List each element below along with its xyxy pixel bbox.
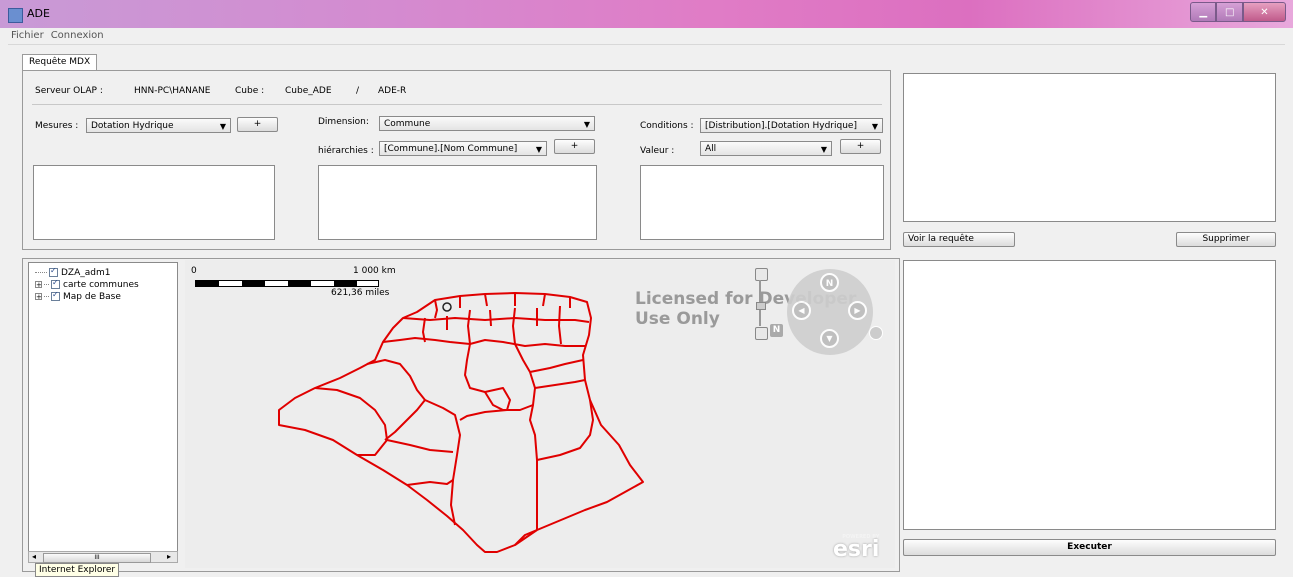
region-border [384,399,426,441]
view-query-button[interactable]: Voir la requête [903,232,1015,247]
taskbar-tooltip: Internet Explorer [35,563,120,577]
add-valeur-button[interactable]: + [840,139,881,154]
add-mesure-button[interactable]: + [237,117,278,132]
delete-button[interactable]: Supprimer [1176,232,1276,247]
tree-item-label: carte communes [63,279,139,290]
esri-logo-text: esri [833,537,880,562]
checkbox-checked-icon[interactable] [51,290,60,301]
olap-server-value: HNN-PC\HANANE [134,86,211,96]
region-boundaries-map [278,292,644,553]
separator-line [32,104,882,105]
cube-separator: / [356,86,360,96]
region-border [386,439,454,453]
valeur-label: Valeur : [640,146,675,156]
cube-value-secondary: ADE-R [378,86,407,96]
hierarchies-label: hiérarchies : [318,146,374,156]
dimension-label: Dimension: [318,117,369,127]
map-view[interactable]: 0 1 000 km 621,36 miles Licensed for Dev… [185,260,895,568]
olap-server-label: Serveur OLAP : [35,86,103,96]
scroll-left-icon[interactable]: ◂ [32,552,36,561]
tree-item-dza-adm1[interactable]: DZA_adm1 [35,266,111,278]
tree-connector [44,296,49,297]
dimension-selected: Commune [384,119,431,129]
region-border [406,479,454,486]
region-border [529,359,584,373]
chevron-down-icon: ▼ [535,145,542,154]
expand-icon[interactable]: + [35,293,42,301]
close-button[interactable]: ✕ [1242,2,1286,22]
minimize-button[interactable]: ▁ [1190,2,1217,22]
region-border [422,305,562,345]
chevron-down-icon: ▼ [583,120,590,129]
region-border [366,359,461,526]
cube-value: Cube_ADE [285,86,332,96]
window-controls: ▁ □ ✕ [1190,2,1286,22]
query-text-area[interactable] [903,73,1276,222]
tree-item-label: Map de Base [63,291,121,302]
region-border [314,387,388,456]
region-border [534,379,586,389]
country-outline [278,292,644,553]
dimension-select[interactable]: Commune ▼ [379,116,595,131]
expand-icon[interactable]: + [35,281,42,289]
maximize-button[interactable]: □ [1216,2,1243,22]
execute-button[interactable]: Executer [903,539,1276,556]
mesures-label: Mesures : [35,121,79,131]
cube-label: Cube : [235,86,265,96]
menu-bar: Fichier Connexion [8,28,1285,45]
java-app-icon [8,8,23,23]
conditions-select[interactable]: [Distribution].[Dotation Hydrique] ▼ [700,118,883,133]
region-border [402,317,590,323]
tab-requete-mdx[interactable]: Requête MDX [22,54,98,70]
region-border [382,337,585,347]
tree-item-label: DZA_adm1 [61,267,111,278]
valeur-selected: All [705,144,717,154]
esri-logo: POWERED BY esri [833,534,880,562]
window-titlebar [0,0,1293,28]
tree-connector [35,272,47,273]
mesures-selected: Dotation Hydrique [91,121,174,131]
window-title: ADE [27,7,50,20]
mesures-list[interactable] [33,165,275,240]
chevron-down-icon: ▼ [871,122,878,131]
tree-item-map-de-base[interactable]: + Map de Base [35,290,121,302]
tree-horizontal-scrollbar[interactable]: ◂ III ▸ [28,551,178,563]
conditions-selected: [Distribution].[Dotation Hydrique] [705,121,857,131]
conditions-list[interactable] [640,165,884,240]
region-border [536,399,594,461]
results-area[interactable] [903,260,1276,530]
tree-item-carte-communes[interactable]: + carte communes [35,278,139,290]
layer-tree[interactable]: DZA_adm1 + carte communes + Map de Base [28,262,178,562]
chevron-down-icon: ▼ [820,145,827,154]
menu-connexion[interactable]: Connexion [51,30,104,41]
hierarchies-select[interactable]: [Commune].[Nom Commune] ▼ [379,141,547,156]
region-border [459,343,511,421]
conditions-label: Conditions : [640,121,694,131]
checkbox-checked-icon[interactable] [51,278,60,289]
hierarchies-selected: [Commune].[Nom Commune] [384,144,518,154]
mesures-select[interactable]: Dotation Hydrique ▼ [86,118,231,133]
valeur-select[interactable]: All ▼ [700,141,832,156]
scrollbar-thumb[interactable]: III [43,553,151,563]
tree-connector [44,284,49,285]
capital-marker-icon [442,302,452,312]
menu-fichier[interactable]: Fichier [11,30,44,41]
region-borders [278,292,644,553]
scroll-right-icon[interactable]: ▸ [167,552,171,561]
hierarchies-list[interactable] [318,165,597,240]
add-hierarchy-button[interactable]: + [554,139,595,154]
chevron-down-icon: ▼ [219,122,226,131]
checkbox-checked-icon[interactable] [49,266,58,277]
